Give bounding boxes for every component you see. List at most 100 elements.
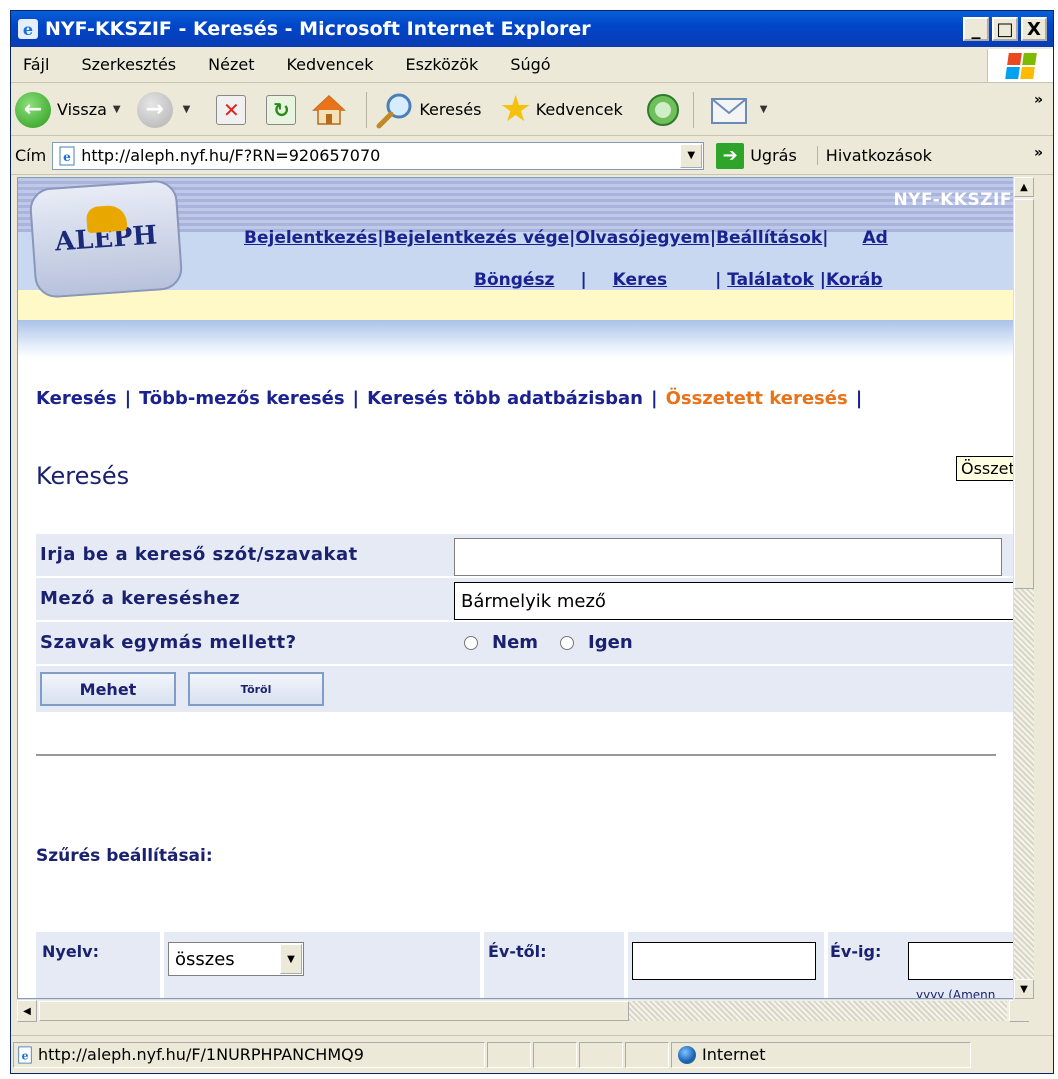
field-label: Mező a kereséshez (40, 588, 241, 609)
tab-multi-database-search[interactable]: Keresés több adatbázisban (367, 388, 643, 409)
home-icon[interactable] (312, 94, 347, 126)
link-logout[interactable]: Bejelentkezés vége (384, 228, 570, 248)
menu-view[interactable]: Nézet (208, 55, 254, 74)
horizontal-scroll-thumb[interactable] (39, 1001, 629, 1021)
link-ad[interactable]: Ad (862, 228, 887, 248)
language-select[interactable]: összes ▼ (168, 942, 304, 976)
year-from-input[interactable] (632, 942, 816, 980)
search-icon (376, 93, 412, 128)
favorites-button[interactable]: ★ Kedvencek (489, 88, 623, 130)
radio-no-label: Nem (492, 632, 539, 653)
link-results[interactable]: Találatok (727, 270, 814, 290)
stop-icon[interactable]: ✕ (216, 94, 247, 125)
media-icon[interactable] (645, 92, 681, 128)
link-login[interactable]: Bejelentkezés (244, 228, 377, 248)
windows-logo-icon (987, 49, 1053, 82)
tab-advanced-search[interactable]: Összetett keresés (666, 388, 848, 409)
close-button[interactable]: X (1021, 17, 1047, 41)
tab-multi-field-search[interactable]: Több-mezős keresés (139, 388, 344, 409)
menu-bar: Fájl Szerkesztés Nézet Kedvencek Eszközö… (11, 47, 1053, 83)
address-input[interactable]: e http://aleph.nyf.hu/F?RN=920657070 ▼ (52, 141, 705, 170)
toolbar-separator (692, 91, 694, 128)
favorites-label: Kedvencek (535, 100, 623, 119)
page-icon: e (59, 146, 75, 165)
globe-icon (678, 1045, 696, 1064)
radio-yes-label: Igen (588, 632, 633, 653)
svg-text:e: e (22, 1049, 29, 1062)
star-icon: ★ (499, 88, 532, 130)
scroll-up-icon[interactable]: ▲ (1014, 177, 1034, 197)
filter-title: Szűrés beállításai: (36, 846, 213, 866)
radio-no[interactable] (464, 635, 478, 650)
scroll-left-icon[interactable]: ◀ (17, 1000, 37, 1022)
status-url-cell: e http://aleph.nyf.hu/F/1NURPHPANCHMQ9 (13, 1041, 485, 1068)
toolbar-separator (366, 91, 368, 128)
filter-row: Nyelv: összes ▼ Év-től: Év-ig: yyyy (Ame… (36, 932, 1016, 998)
svg-text:e: e (23, 20, 33, 39)
browser-window: e NYF-KKSZIF - Keresés - Microsoft Inter… (10, 10, 1054, 1074)
menu-file[interactable]: Fájl (23, 55, 49, 74)
year-to-label: Év-ig: (830, 942, 882, 961)
submit-button[interactable]: Mehet (40, 672, 176, 706)
search-label: Keresés (419, 100, 482, 119)
mail-icon[interactable] (710, 95, 750, 125)
link-previous[interactable]: Koráb (826, 270, 883, 290)
library-brand: NYF-KKSZIF (893, 190, 1012, 210)
window-title: NYF-KKSZIF - Keresés - Microsoft Interne… (45, 18, 591, 40)
search-button[interactable]: Keresés (375, 91, 481, 129)
field-select-value: Bármelyik mező (461, 590, 606, 612)
back-dropdown-icon[interactable]: ▼ (113, 104, 121, 115)
links-chevron-icon[interactable]: » (1034, 145, 1043, 161)
menu-tools[interactable]: Eszközök (406, 55, 479, 74)
back-button[interactable]: ← Vissza ▼ (11, 91, 129, 128)
go-button[interactable]: ➔ Ugrás (716, 142, 797, 169)
radio-yes[interactable] (560, 635, 575, 650)
toolbar-chevron-icon[interactable]: » (1034, 92, 1043, 108)
divider (36, 754, 996, 756)
go-label: Ugrás (750, 146, 797, 165)
status-bar: e http://aleph.nyf.hu/F/1NURPHPANCHMQ9 I… (11, 1035, 1053, 1073)
link-browse[interactable]: Böngész (474, 270, 554, 290)
status-zone: Internet (702, 1045, 766, 1064)
standard-toolbar: ← Vissza ▼ → ▼ ✕ ↻ Keresés ★ Kedvencek ▼… (11, 84, 1053, 136)
horizontal-scrollbar[interactable]: ◀ ▶ (17, 999, 1029, 1022)
button-row: Mehet Töröl (36, 666, 1016, 712)
scroll-down-icon[interactable]: ▼ (1014, 979, 1034, 999)
title-bar[interactable]: e NYF-KKSZIF - Keresés - Microsoft Inter… (11, 11, 1053, 47)
forward-button[interactable]: → ▼ (136, 91, 199, 128)
back-arrow-icon: ← (15, 91, 51, 128)
tab-basic-search[interactable]: Keresés (36, 388, 117, 409)
status-url: http://aleph.nyf.hu/F/1NURPHPANCHMQ9 (38, 1045, 364, 1064)
field-select[interactable]: Bármelyik mező (454, 582, 1028, 620)
maximize-button[interactable]: □ (992, 17, 1018, 41)
elephant-icon (85, 204, 128, 234)
mail-dropdown-icon[interactable]: ▼ (760, 104, 768, 115)
menu-favorites[interactable]: Kedvencek (286, 55, 373, 74)
vertical-scrollbar[interactable]: ▲ ▼ (1013, 177, 1034, 999)
address-label: Cím (15, 146, 47, 165)
go-arrow-icon: ➔ (716, 142, 745, 169)
back-label: Vissza (57, 100, 107, 119)
minimize-button[interactable]: _ (963, 17, 989, 41)
internet-explorer-icon: e (18, 19, 38, 39)
clear-button[interactable]: Töröl (188, 672, 324, 706)
forward-dropdown-icon[interactable]: ▼ (183, 104, 191, 115)
link-settings[interactable]: Beállítások (716, 228, 822, 248)
address-bar: Cím e http://aleph.nyf.hu/F?RN=920657070… (11, 137, 1053, 175)
year-from-label: Év-től: (488, 942, 547, 961)
address-dropdown-icon[interactable]: ▼ (680, 143, 703, 168)
links-button[interactable]: Hivatkozások (816, 146, 932, 165)
address-url: http://aleph.nyf.hu/F?RN=920657070 (81, 146, 381, 165)
menu-edit[interactable]: Szerkesztés (81, 55, 176, 74)
language-select-value: összes (175, 948, 235, 970)
menu-help[interactable]: Súgó (510, 55, 550, 74)
adjacent-label: Szavak egymás mellett? (40, 632, 297, 653)
refresh-icon[interactable]: ↻ (266, 94, 297, 125)
query-input[interactable] (454, 538, 1002, 576)
vertical-scroll-thumb[interactable] (1014, 199, 1034, 589)
status-zone-cell: Internet (671, 1041, 971, 1068)
link-search[interactable]: Keres (613, 270, 667, 290)
forward-arrow-icon: → (136, 91, 173, 128)
link-reader-card[interactable]: Olvasójegyem (575, 228, 709, 248)
year-to-input[interactable] (908, 942, 1016, 980)
